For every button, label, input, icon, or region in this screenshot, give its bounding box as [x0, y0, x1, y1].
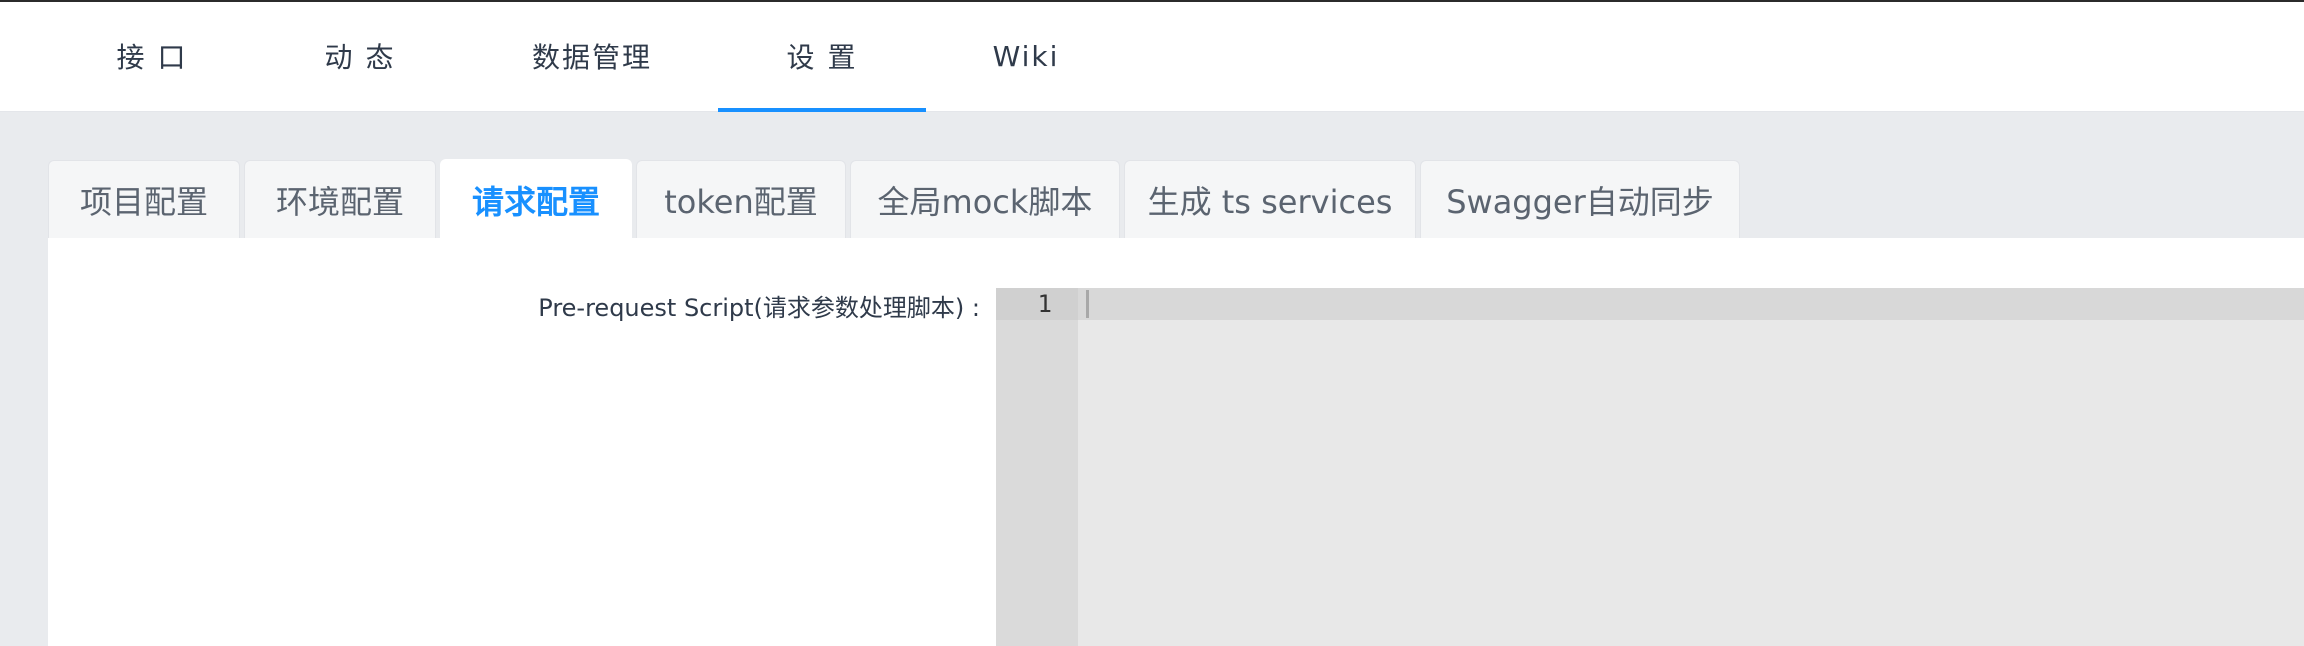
tab-token-config[interactable]: token配置 — [636, 160, 846, 238]
pre-request-script-label: Pre-request Script(请求参数处理脚本) : — [538, 294, 980, 322]
tab-swagger-auto-sync[interactable]: Swagger自动同步 — [1420, 160, 1740, 238]
nav-tab-activity[interactable]: 动 态 — [320, 2, 400, 110]
editor-gutter — [996, 288, 1078, 646]
nav-tab-interface[interactable]: 接 口 — [112, 2, 192, 110]
project-top-nav: 接 口 动 态 数据管理 设 置 Wiki — [0, 2, 2304, 112]
pre-request-script-editor[interactable]: 1 — [996, 288, 2304, 646]
nav-tab-data-management[interactable]: 数据管理 — [530, 2, 654, 110]
tab-request-config[interactable]: 请求配置 — [440, 159, 632, 239]
editor-active-line[interactable] — [1078, 288, 2304, 320]
nav-tab-settings[interactable]: 设 置 — [782, 2, 862, 110]
tab-project-config[interactable]: 项目配置 — [48, 160, 240, 238]
tab-global-mock-script[interactable]: 全局mock脚本 — [850, 160, 1120, 238]
tab-environment-config[interactable]: 环境配置 — [244, 160, 436, 238]
nav-tab-wiki[interactable]: Wiki — [990, 2, 1062, 110]
editor-text-cursor — [1086, 290, 1089, 318]
tab-generate-ts-services[interactable]: 生成 ts services — [1124, 160, 1416, 238]
editor-line-number: 1 — [1037, 290, 1052, 318]
